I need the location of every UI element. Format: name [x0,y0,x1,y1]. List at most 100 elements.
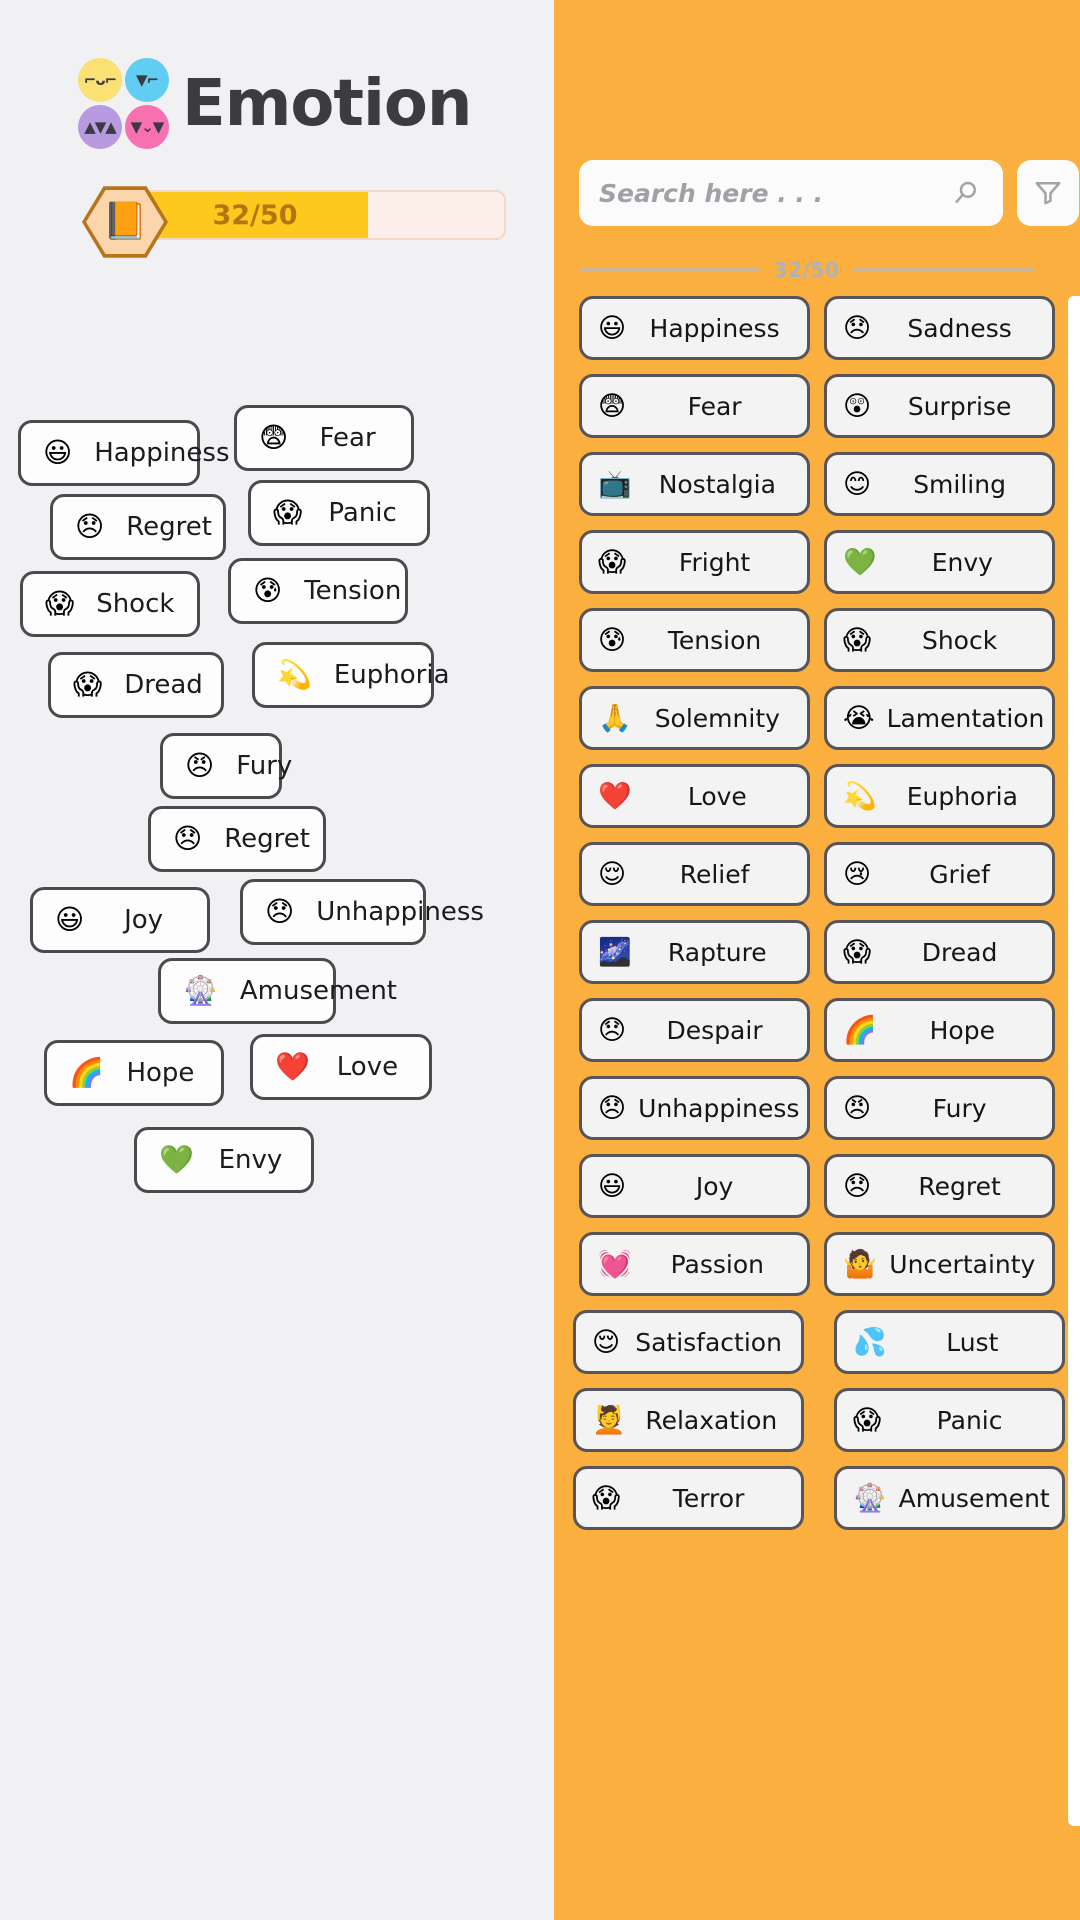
collected-chip[interactable]: 😱 Dread [48,652,224,718]
emotion-card[interactable]: 😲 Surprise [824,374,1055,438]
filter-button[interactable] [1017,160,1079,226]
emotion-card[interactable]: 😞 Sadness [824,296,1055,360]
emotion-card[interactable]: 😱 Fright [579,530,810,594]
collected-chip[interactable]: 🌈 Hope [44,1040,224,1106]
vertical-scrollbar[interactable] [1068,296,1080,1826]
book-potion-icon: 📙 [102,201,148,242]
emotion-card[interactable]: 😢 Grief [824,842,1055,906]
emotion-card[interactable]: ❤️ Love [579,764,810,828]
collected-chip[interactable]: 😰 Tension [228,558,408,624]
collected-chip[interactable]: 😞 Regret [50,494,226,560]
divider-count: 32/50 [773,258,840,282]
emotion-emoji-icon: 😲 [843,390,872,422]
collected-chip[interactable]: 😞 Regret [148,806,326,872]
emotion-card-label: Satisfaction [635,1327,782,1357]
face-cyan-icon: ▼⌐ [125,58,169,102]
collected-chip[interactable]: 🎡 Amusement [158,958,397,1024]
search-icon[interactable] [949,176,983,210]
emotion-card-label: Hope [929,1015,995,1045]
search-box[interactable] [579,160,1003,226]
collected-chip[interactable]: 😨 Fear [234,405,414,471]
emotion-card-label: Regret [918,1171,1001,1201]
collected-chip[interactable]: 😃 Joy [30,887,210,953]
face-yellow-icon: ⌐ᴗ⌐ [78,58,122,102]
collected-chip[interactable]: 😱 Shock [20,571,200,637]
collected-chip[interactable]: 💚 Envy [134,1127,314,1193]
right-panel: 32/50 😃 Happiness 😞 Sadness 😨 Fear 😲 Surprise 📺 N… [554,0,1080,1920]
collected-chip[interactable]: 😃 Happiness [18,420,229,486]
emotion-card[interactable]: 😨 Fear [579,374,810,438]
emotion-card[interactable]: 😞 Unhappiness [579,1076,810,1140]
divider-line-left [579,268,760,272]
emotion-card[interactable]: 📺 Nostalgia [579,452,810,516]
progress-section: 32/50 📙 [82,186,506,258]
emotion-card[interactable]: 🎡 Amusement [834,1466,1065,1530]
emotion-emoji-icon: 😠 [185,749,215,782]
emotion-card[interactable]: 💆 Relaxation [573,1388,804,1452]
emotion-emoji-icon: 😱 [843,936,872,968]
emotion-emoji-icon: 😱 [45,587,75,620]
emotion-card[interactable]: 😞 Despair [579,998,810,1062]
filter-icon [1033,177,1063,210]
emotion-card[interactable]: 😊 Smiling [824,452,1055,516]
emotion-emoji-icon: 😞 [173,822,203,855]
emotion-card-label: Passion [670,1249,765,1279]
emotion-card[interactable]: 🌌 Rapture [579,920,810,984]
emotion-emoji-icon: 😰 [253,574,283,607]
collected-chip[interactable]: ❤️ Love [250,1034,432,1100]
emotion-emoji-icon: 😱 [843,624,872,656]
collected-chip[interactable]: 💫 Euphoria [252,642,450,708]
emotion-card[interactable]: 🙏 Solemnity [579,686,810,750]
emotion-card-label: Uncertainty [889,1249,1036,1279]
emotion-card[interactable]: 💦 Lust [834,1310,1065,1374]
emotion-card-label: Fury [932,1093,987,1123]
emotion-emoji-icon: ❤️ [275,1050,310,1083]
emotion-card-label: Lust [946,1327,999,1357]
emotion-card[interactable]: 😱 Terror [573,1466,804,1530]
emotion-card-label: Joy [695,1171,734,1201]
emotion-card[interactable]: 😱 Dread [824,920,1055,984]
emotion-card[interactable]: 😭 Lamentation [824,686,1055,750]
collection-badge[interactable]: 📙 [82,184,168,260]
emotion-emoji-icon: 💫 [277,658,312,691]
emotion-emoji-icon: 😱 [73,668,103,701]
chip-label: Envy [218,1145,283,1175]
emotion-card[interactable]: 🤷 Uncertainty [824,1232,1055,1296]
emotion-card[interactable]: 💚 Envy [824,530,1055,594]
emotion-card[interactable]: 😰 Tension [579,608,810,672]
emotion-card[interactable]: 😠 Fury [824,1076,1055,1140]
emotion-card[interactable]: 💫 Euphoria [824,764,1055,828]
search-input[interactable] [599,178,949,208]
chip-label: Regret [224,824,310,854]
emotion-emoji-icon: 😃 [598,1170,627,1202]
emotion-card[interactable]: 💓 Passion [579,1232,810,1296]
emotion-card[interactable]: 😱 Shock [824,608,1055,672]
emotion-list-scroll[interactable]: 😃 Happiness 😞 Sadness 😨 Fear 😲 Surprise 📺 Nostalg… [554,296,1080,1920]
emotion-emoji-icon: 🙏 [598,702,632,734]
emotion-card-label: Shock [921,625,998,655]
emotion-card[interactable]: 😌 Satisfaction [573,1310,804,1374]
chip-label: Joy [124,905,164,935]
emotion-emoji-icon: ❤️ [598,780,632,812]
emotion-card[interactable]: 😃 Joy [579,1154,810,1218]
chip-label: Dread [124,670,203,700]
emotion-card[interactable]: 😱 Panic [834,1388,1065,1452]
collected-chip[interactable]: 😠 Fury [160,733,292,799]
emotion-card[interactable]: 😃 Happiness [579,296,810,360]
emotion-app-screen: ⌐ᴗ⌐ ▼⌐ ▲▼▲ ▼⌄▼ Emotion 32/50 📙 😃 Happines… [0,0,1080,1920]
emotion-emoji-icon: 😰 [598,624,627,656]
chip-label: Happiness [94,438,230,468]
collected-chip[interactable]: 😞 Unhappiness [240,879,484,945]
collected-chip[interactable]: 😱 Panic [248,480,430,546]
collected-emotions-board: 😃 Happiness 😨 Fear 😞 Regret 😱 Panic 😱 Shock 😰 Tensi… [0,405,554,1240]
emotion-card-label: Envy [931,547,993,577]
emotion-card[interactable]: 😞 Regret [824,1154,1055,1218]
emotion-card-label: Euphoria [906,781,1018,811]
emotion-card-label: Tension [667,625,762,655]
emotion-emoji-icon: 😞 [843,312,872,344]
chip-label: Shock [96,589,175,619]
emotion-emoji-icon: 🎡 [183,974,218,1007]
emotion-card[interactable]: 😌 Relief [579,842,810,906]
emotion-card[interactable]: 🌈 Hope [824,998,1055,1062]
chip-label: Hope [126,1058,195,1088]
